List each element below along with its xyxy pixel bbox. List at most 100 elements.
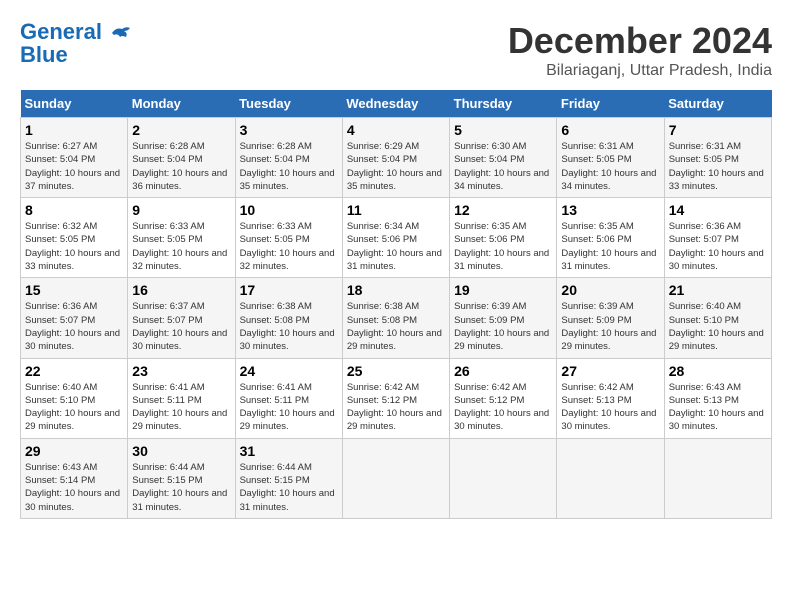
day-number: 1 (25, 122, 123, 138)
day-number: 3 (240, 122, 338, 138)
day-info: Sunrise: 6:43 AMSunset: 5:13 PMDaylight:… (669, 382, 764, 433)
day-number: 6 (561, 122, 659, 138)
calendar-cell: 22 Sunrise: 6:40 AMSunset: 5:10 PMDaylig… (21, 358, 128, 438)
header-cell-wednesday: Wednesday (342, 90, 449, 118)
calendar-cell: 15 Sunrise: 6:36 AMSunset: 5:07 PMDaylig… (21, 278, 128, 358)
day-number: 21 (669, 282, 767, 298)
calendar-cell: 30 Sunrise: 6:44 AMSunset: 5:15 PMDaylig… (128, 438, 235, 518)
day-number: 2 (132, 122, 230, 138)
day-number: 20 (561, 282, 659, 298)
calendar-week-4: 22 Sunrise: 6:40 AMSunset: 5:10 PMDaylig… (21, 358, 772, 438)
day-info: Sunrise: 6:42 AMSunset: 5:12 PMDaylight:… (347, 382, 442, 433)
logo-text: General (20, 20, 132, 44)
calendar-cell: 10 Sunrise: 6:33 AMSunset: 5:05 PMDaylig… (235, 198, 342, 278)
day-info: Sunrise: 6:43 AMSunset: 5:14 PMDaylight:… (25, 462, 120, 513)
day-info: Sunrise: 6:31 AMSunset: 5:05 PMDaylight:… (561, 141, 656, 192)
header-cell-sunday: Sunday (21, 90, 128, 118)
day-info: Sunrise: 6:37 AMSunset: 5:07 PMDaylight:… (132, 301, 227, 352)
calendar-cell: 20 Sunrise: 6:39 AMSunset: 5:09 PMDaylig… (557, 278, 664, 358)
day-number: 12 (454, 202, 552, 218)
header-cell-friday: Friday (557, 90, 664, 118)
day-info: Sunrise: 6:42 AMSunset: 5:12 PMDaylight:… (454, 382, 549, 433)
calendar-table: SundayMondayTuesdayWednesdayThursdayFrid… (20, 90, 772, 519)
calendar-cell: 18 Sunrise: 6:38 AMSunset: 5:08 PMDaylig… (342, 278, 449, 358)
calendar-cell: 11 Sunrise: 6:34 AMSunset: 5:06 PMDaylig… (342, 198, 449, 278)
calendar-cell: 28 Sunrise: 6:43 AMSunset: 5:13 PMDaylig… (664, 358, 771, 438)
day-number: 16 (132, 282, 230, 298)
day-info: Sunrise: 6:38 AMSunset: 5:08 PMDaylight:… (240, 301, 335, 352)
day-number: 17 (240, 282, 338, 298)
calendar-cell: 14 Sunrise: 6:36 AMSunset: 5:07 PMDaylig… (664, 198, 771, 278)
day-info: Sunrise: 6:33 AMSunset: 5:05 PMDaylight:… (240, 221, 335, 272)
calendar-cell: 5 Sunrise: 6:30 AMSunset: 5:04 PMDayligh… (450, 118, 557, 198)
day-number: 19 (454, 282, 552, 298)
calendar-cell: 21 Sunrise: 6:40 AMSunset: 5:10 PMDaylig… (664, 278, 771, 358)
day-number: 15 (25, 282, 123, 298)
calendar-cell: 12 Sunrise: 6:35 AMSunset: 5:06 PMDaylig… (450, 198, 557, 278)
calendar-cell: 9 Sunrise: 6:33 AMSunset: 5:05 PMDayligh… (128, 198, 235, 278)
calendar-week-5: 29 Sunrise: 6:43 AMSunset: 5:14 PMDaylig… (21, 438, 772, 518)
day-info: Sunrise: 6:28 AMSunset: 5:04 PMDaylight:… (240, 141, 335, 192)
day-number: 4 (347, 122, 445, 138)
day-info: Sunrise: 6:44 AMSunset: 5:15 PMDaylight:… (132, 462, 227, 513)
logo-bird-icon (110, 25, 132, 41)
day-info: Sunrise: 6:30 AMSunset: 5:04 PMDaylight:… (454, 141, 549, 192)
day-number: 14 (669, 202, 767, 218)
calendar-week-1: 1 Sunrise: 6:27 AMSunset: 5:04 PMDayligh… (21, 118, 772, 198)
day-info: Sunrise: 6:27 AMSunset: 5:04 PMDaylight:… (25, 141, 120, 192)
calendar-cell: 3 Sunrise: 6:28 AMSunset: 5:04 PMDayligh… (235, 118, 342, 198)
calendar-cell: 17 Sunrise: 6:38 AMSunset: 5:08 PMDaylig… (235, 278, 342, 358)
day-number: 31 (240, 443, 338, 459)
calendar-title: December 2024 (508, 20, 772, 62)
calendar-cell: 19 Sunrise: 6:39 AMSunset: 5:09 PMDaylig… (450, 278, 557, 358)
calendar-body: 1 Sunrise: 6:27 AMSunset: 5:04 PMDayligh… (21, 118, 772, 519)
logo-blue: Blue (20, 44, 68, 66)
calendar-cell: 2 Sunrise: 6:28 AMSunset: 5:04 PMDayligh… (128, 118, 235, 198)
calendar-header-row: SundayMondayTuesdayWednesdayThursdayFrid… (21, 90, 772, 118)
calendar-subtitle: Bilariaganj, Uttar Pradesh, India (508, 62, 772, 80)
calendar-cell: 31 Sunrise: 6:44 AMSunset: 5:15 PMDaylig… (235, 438, 342, 518)
calendar-cell (664, 438, 771, 518)
day-number: 25 (347, 363, 445, 379)
calendar-cell: 6 Sunrise: 6:31 AMSunset: 5:05 PMDayligh… (557, 118, 664, 198)
calendar-cell: 1 Sunrise: 6:27 AMSunset: 5:04 PMDayligh… (21, 118, 128, 198)
calendar-cell: 25 Sunrise: 6:42 AMSunset: 5:12 PMDaylig… (342, 358, 449, 438)
day-info: Sunrise: 6:35 AMSunset: 5:06 PMDaylight:… (561, 221, 656, 272)
day-number: 30 (132, 443, 230, 459)
day-info: Sunrise: 6:32 AMSunset: 5:05 PMDaylight:… (25, 221, 120, 272)
day-info: Sunrise: 6:40 AMSunset: 5:10 PMDaylight:… (669, 301, 764, 352)
calendar-cell: 24 Sunrise: 6:41 AMSunset: 5:11 PMDaylig… (235, 358, 342, 438)
calendar-week-2: 8 Sunrise: 6:32 AMSunset: 5:05 PMDayligh… (21, 198, 772, 278)
day-info: Sunrise: 6:36 AMSunset: 5:07 PMDaylight:… (669, 221, 764, 272)
day-number: 10 (240, 202, 338, 218)
day-number: 28 (669, 363, 767, 379)
day-info: Sunrise: 6:41 AMSunset: 5:11 PMDaylight:… (240, 382, 335, 433)
day-info: Sunrise: 6:38 AMSunset: 5:08 PMDaylight:… (347, 301, 442, 352)
day-info: Sunrise: 6:28 AMSunset: 5:04 PMDaylight:… (132, 141, 227, 192)
header-cell-saturday: Saturday (664, 90, 771, 118)
day-info: Sunrise: 6:42 AMSunset: 5:13 PMDaylight:… (561, 382, 656, 433)
day-number: 22 (25, 363, 123, 379)
calendar-cell: 27 Sunrise: 6:42 AMSunset: 5:13 PMDaylig… (557, 358, 664, 438)
calendar-cell: 29 Sunrise: 6:43 AMSunset: 5:14 PMDaylig… (21, 438, 128, 518)
day-number: 27 (561, 363, 659, 379)
day-info: Sunrise: 6:29 AMSunset: 5:04 PMDaylight:… (347, 141, 442, 192)
header-cell-thursday: Thursday (450, 90, 557, 118)
day-info: Sunrise: 6:39 AMSunset: 5:09 PMDaylight:… (454, 301, 549, 352)
calendar-cell: 4 Sunrise: 6:29 AMSunset: 5:04 PMDayligh… (342, 118, 449, 198)
day-number: 29 (25, 443, 123, 459)
header-cell-monday: Monday (128, 90, 235, 118)
day-number: 26 (454, 363, 552, 379)
calendar-cell: 13 Sunrise: 6:35 AMSunset: 5:06 PMDaylig… (557, 198, 664, 278)
day-info: Sunrise: 6:31 AMSunset: 5:05 PMDaylight:… (669, 141, 764, 192)
day-info: Sunrise: 6:36 AMSunset: 5:07 PMDaylight:… (25, 301, 120, 352)
calendar-cell: 23 Sunrise: 6:41 AMSunset: 5:11 PMDaylig… (128, 358, 235, 438)
day-number: 7 (669, 122, 767, 138)
day-number: 23 (132, 363, 230, 379)
page-header: General Blue December 2024 Bilariaganj, … (20, 20, 772, 80)
calendar-cell (342, 438, 449, 518)
day-info: Sunrise: 6:33 AMSunset: 5:05 PMDaylight:… (132, 221, 227, 272)
calendar-week-3: 15 Sunrise: 6:36 AMSunset: 5:07 PMDaylig… (21, 278, 772, 358)
day-number: 24 (240, 363, 338, 379)
title-block: December 2024 Bilariaganj, Uttar Pradesh… (508, 20, 772, 80)
